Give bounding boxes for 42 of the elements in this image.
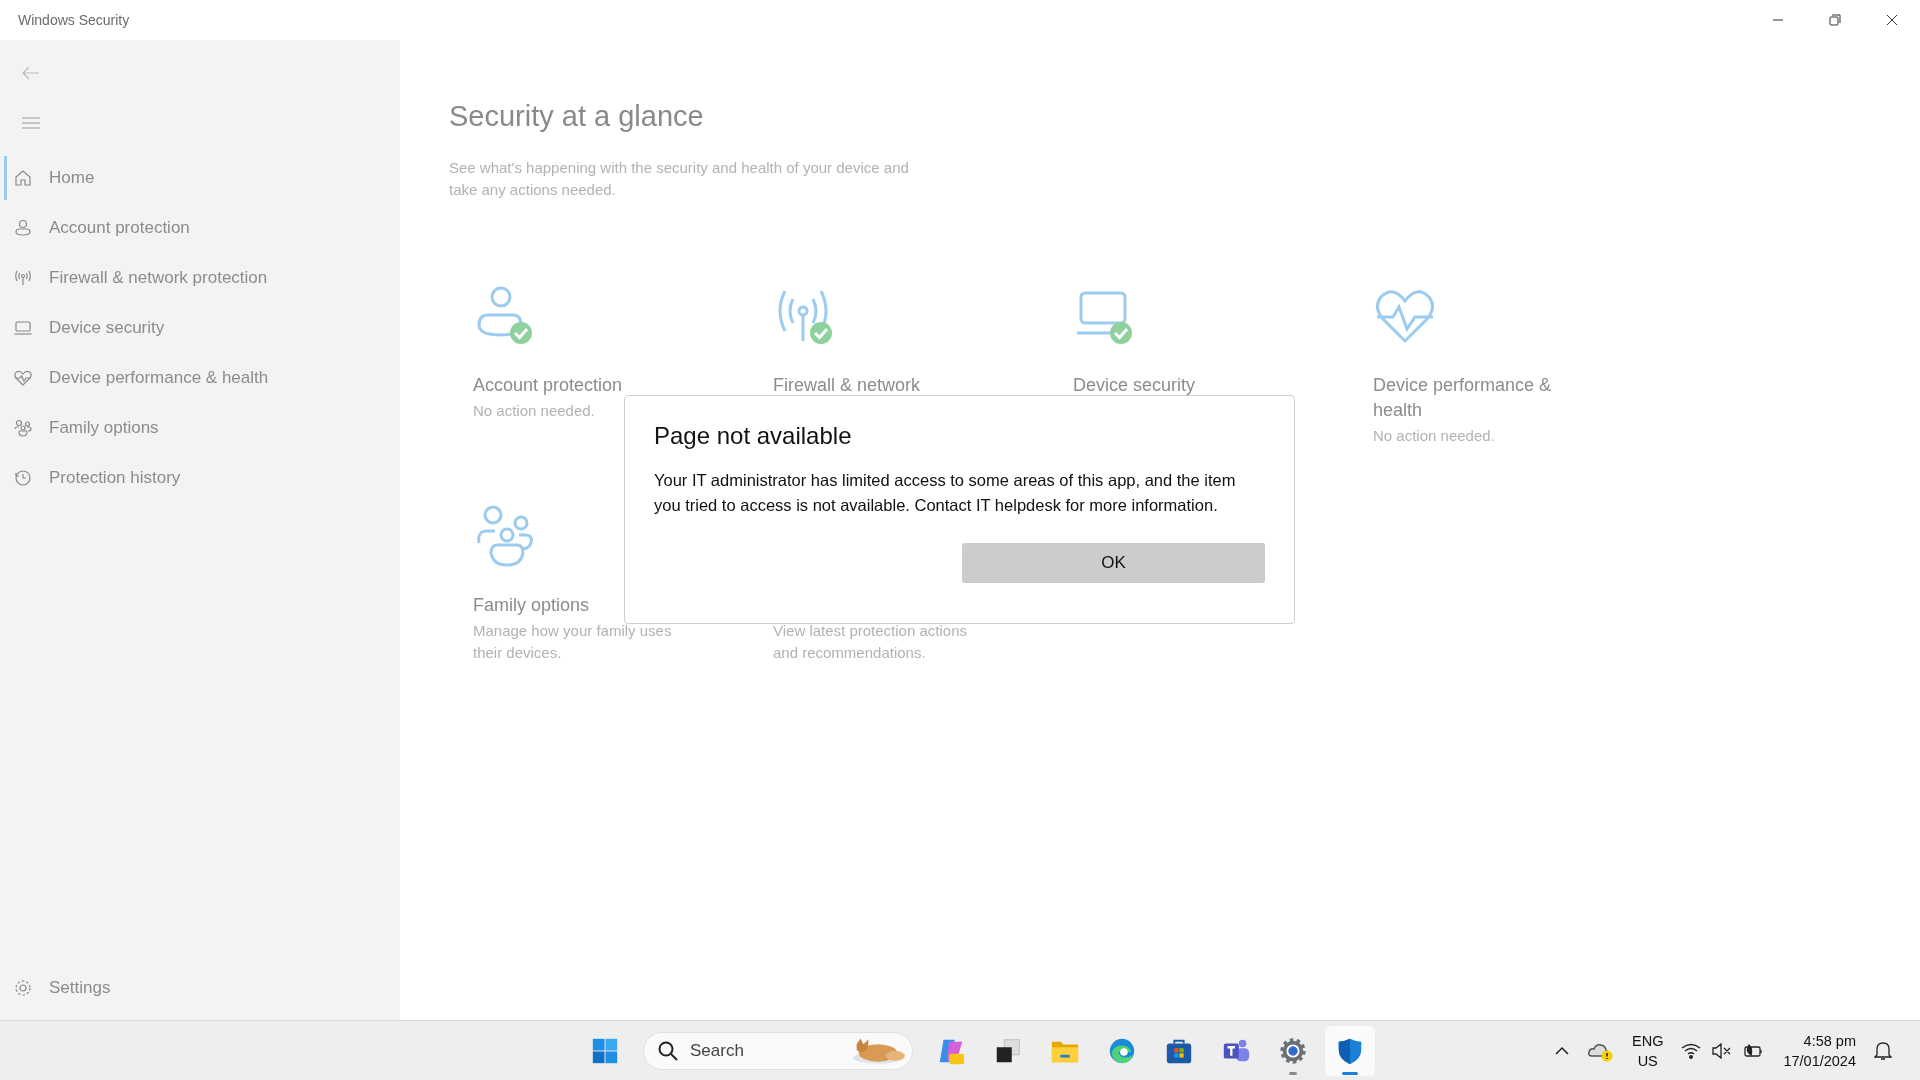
sidebar-item[interactable]: Account protection [4, 206, 190, 250]
wifi-icon[interactable] [1681, 1042, 1702, 1059]
sidebar-item[interactable]: Device security [4, 306, 165, 350]
card-description: No action needed. [473, 401, 596, 421]
sidebar-item[interactable]: Protection history [4, 456, 181, 500]
card-title: Account protection [473, 374, 624, 397]
notification-bell-icon[interactable] [1874, 1040, 1892, 1061]
search-field[interactable]: Search [643, 1031, 913, 1070]
person-icon [13, 218, 33, 238]
history-icon [13, 468, 33, 488]
sidebar-item[interactable]: Family options [4, 406, 159, 450]
settings-item[interactable]: Settings [4, 966, 111, 1010]
clock-time[interactable]: 4:58 pm [1803, 1030, 1856, 1051]
card-description: Manage how your family uses their devices. [473, 621, 673, 663]
settings-icon [13, 978, 33, 998]
clock-date[interactable]: 17/01/2024 [1783, 1050, 1856, 1071]
card-title: Firewall & network [773, 374, 922, 397]
heartbeat-icon [13, 368, 33, 388]
card-title: Device security [1073, 374, 1197, 397]
language-indicator[interactable]: ENG [1632, 1030, 1664, 1051]
card-title: Device performance & health [1373, 374, 1553, 422]
home-icon [13, 168, 33, 188]
page-description: See what's happening with the security and health of your device and take any actions needed. [449, 158, 910, 200]
sidebar-item[interactable]: Device performance & health [4, 356, 269, 400]
close-icon[interactable] [1885, 14, 1898, 26]
card-title: Family options [473, 594, 591, 617]
shield-icon[interactable] [1325, 1025, 1375, 1076]
dialog-title: Page not available [654, 422, 853, 450]
restore-icon[interactable] [1828, 14, 1841, 26]
family-icon [13, 418, 33, 438]
sidebar-item[interactable]: Firewall & network protection [4, 256, 268, 300]
sidebar-item[interactable]: Home [4, 156, 95, 200]
card-description: View latest protection actions and recommendations. [773, 621, 968, 663]
card-description: No action needed. [1373, 426, 1496, 446]
ok-button[interactable]: OK [962, 543, 1265, 583]
dialog-message: Your IT administrator has limited access to some areas of this app, and the item you tried to access is not available. Contact IT helpdesk for more information. [654, 470, 1237, 516]
laptop-icon [13, 318, 33, 338]
page-heading: Security at a glance [449, 100, 705, 133]
window-title: Windows Security [18, 12, 130, 28]
antenna-icon [13, 268, 33, 288]
search-icon [657, 1039, 679, 1062]
region-indicator[interactable]: US [1637, 1050, 1658, 1071]
